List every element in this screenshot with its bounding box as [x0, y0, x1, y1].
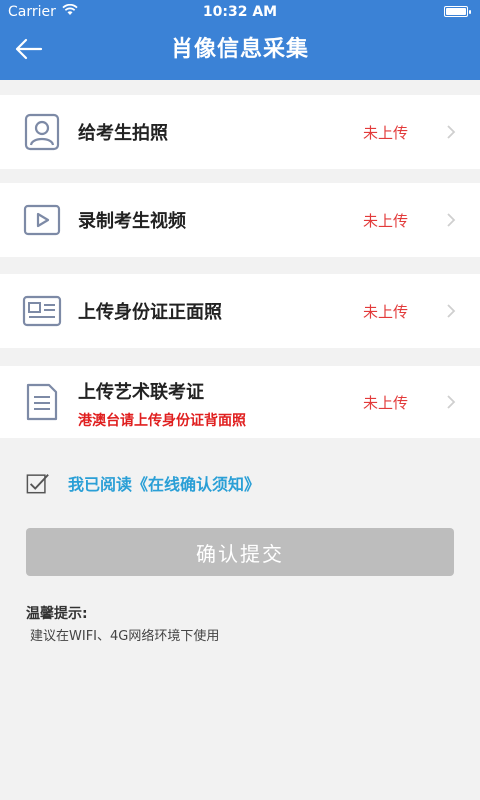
document-icon: [22, 382, 62, 422]
upload-status: 未上传: [362, 302, 408, 321]
chevron-right-icon: [444, 304, 458, 318]
submit-button[interactable]: 确认提交: [26, 528, 454, 576]
tips-title: 温馨提示:: [26, 606, 88, 622]
list-item-art-exam-card[interactable]: 上传艺术联考证 港澳台请上传身份证背面照 未上传: [0, 366, 480, 438]
page-title: 肖像信息采集: [170, 37, 309, 62]
id-card-icon: [22, 291, 62, 331]
list-item-label: 上传身份证正面照: [78, 302, 222, 323]
upload-status: 未上传: [362, 211, 408, 230]
video-play-icon: [22, 200, 62, 240]
battery-icon: [444, 6, 471, 17]
list-item-record-video[interactable]: 录制考生视频 未上传: [0, 183, 480, 257]
list-item-note: 港澳台请上传身份证背面照: [78, 413, 246, 429]
chevron-right-icon: [444, 125, 458, 139]
list-item-id-front[interactable]: 上传身份证正面照 未上传: [0, 274, 480, 348]
tips-text: 建议在WIFI、4G网络环境下使用: [30, 629, 220, 644]
agreement-link[interactable]: 我已阅读《在线确认须知》: [68, 471, 260, 495]
agreement-checkbox[interactable]: [26, 471, 50, 495]
person-icon: [22, 112, 62, 152]
list-item-label: 上传艺术联考证: [78, 382, 204, 403]
status-bar: Carrier 10:32 AM: [0, 0, 480, 24]
list-item-label: 录制考生视频: [78, 211, 186, 232]
chevron-right-icon: [444, 213, 458, 227]
list-item-take-photo[interactable]: 给考生拍照 未上传: [0, 95, 480, 169]
upload-status: 未上传: [362, 393, 408, 412]
agreement-row: 我已阅读《在线确认须知》: [26, 468, 260, 498]
upload-status: 未上传: [362, 123, 408, 142]
list-item-label: 给考生拍照: [78, 123, 168, 144]
app-header: Carrier 10:32 AM 肖像信息采集: [0, 0, 480, 80]
chevron-right-icon: [444, 395, 458, 409]
status-time: 10:32 AM: [202, 4, 278, 20]
